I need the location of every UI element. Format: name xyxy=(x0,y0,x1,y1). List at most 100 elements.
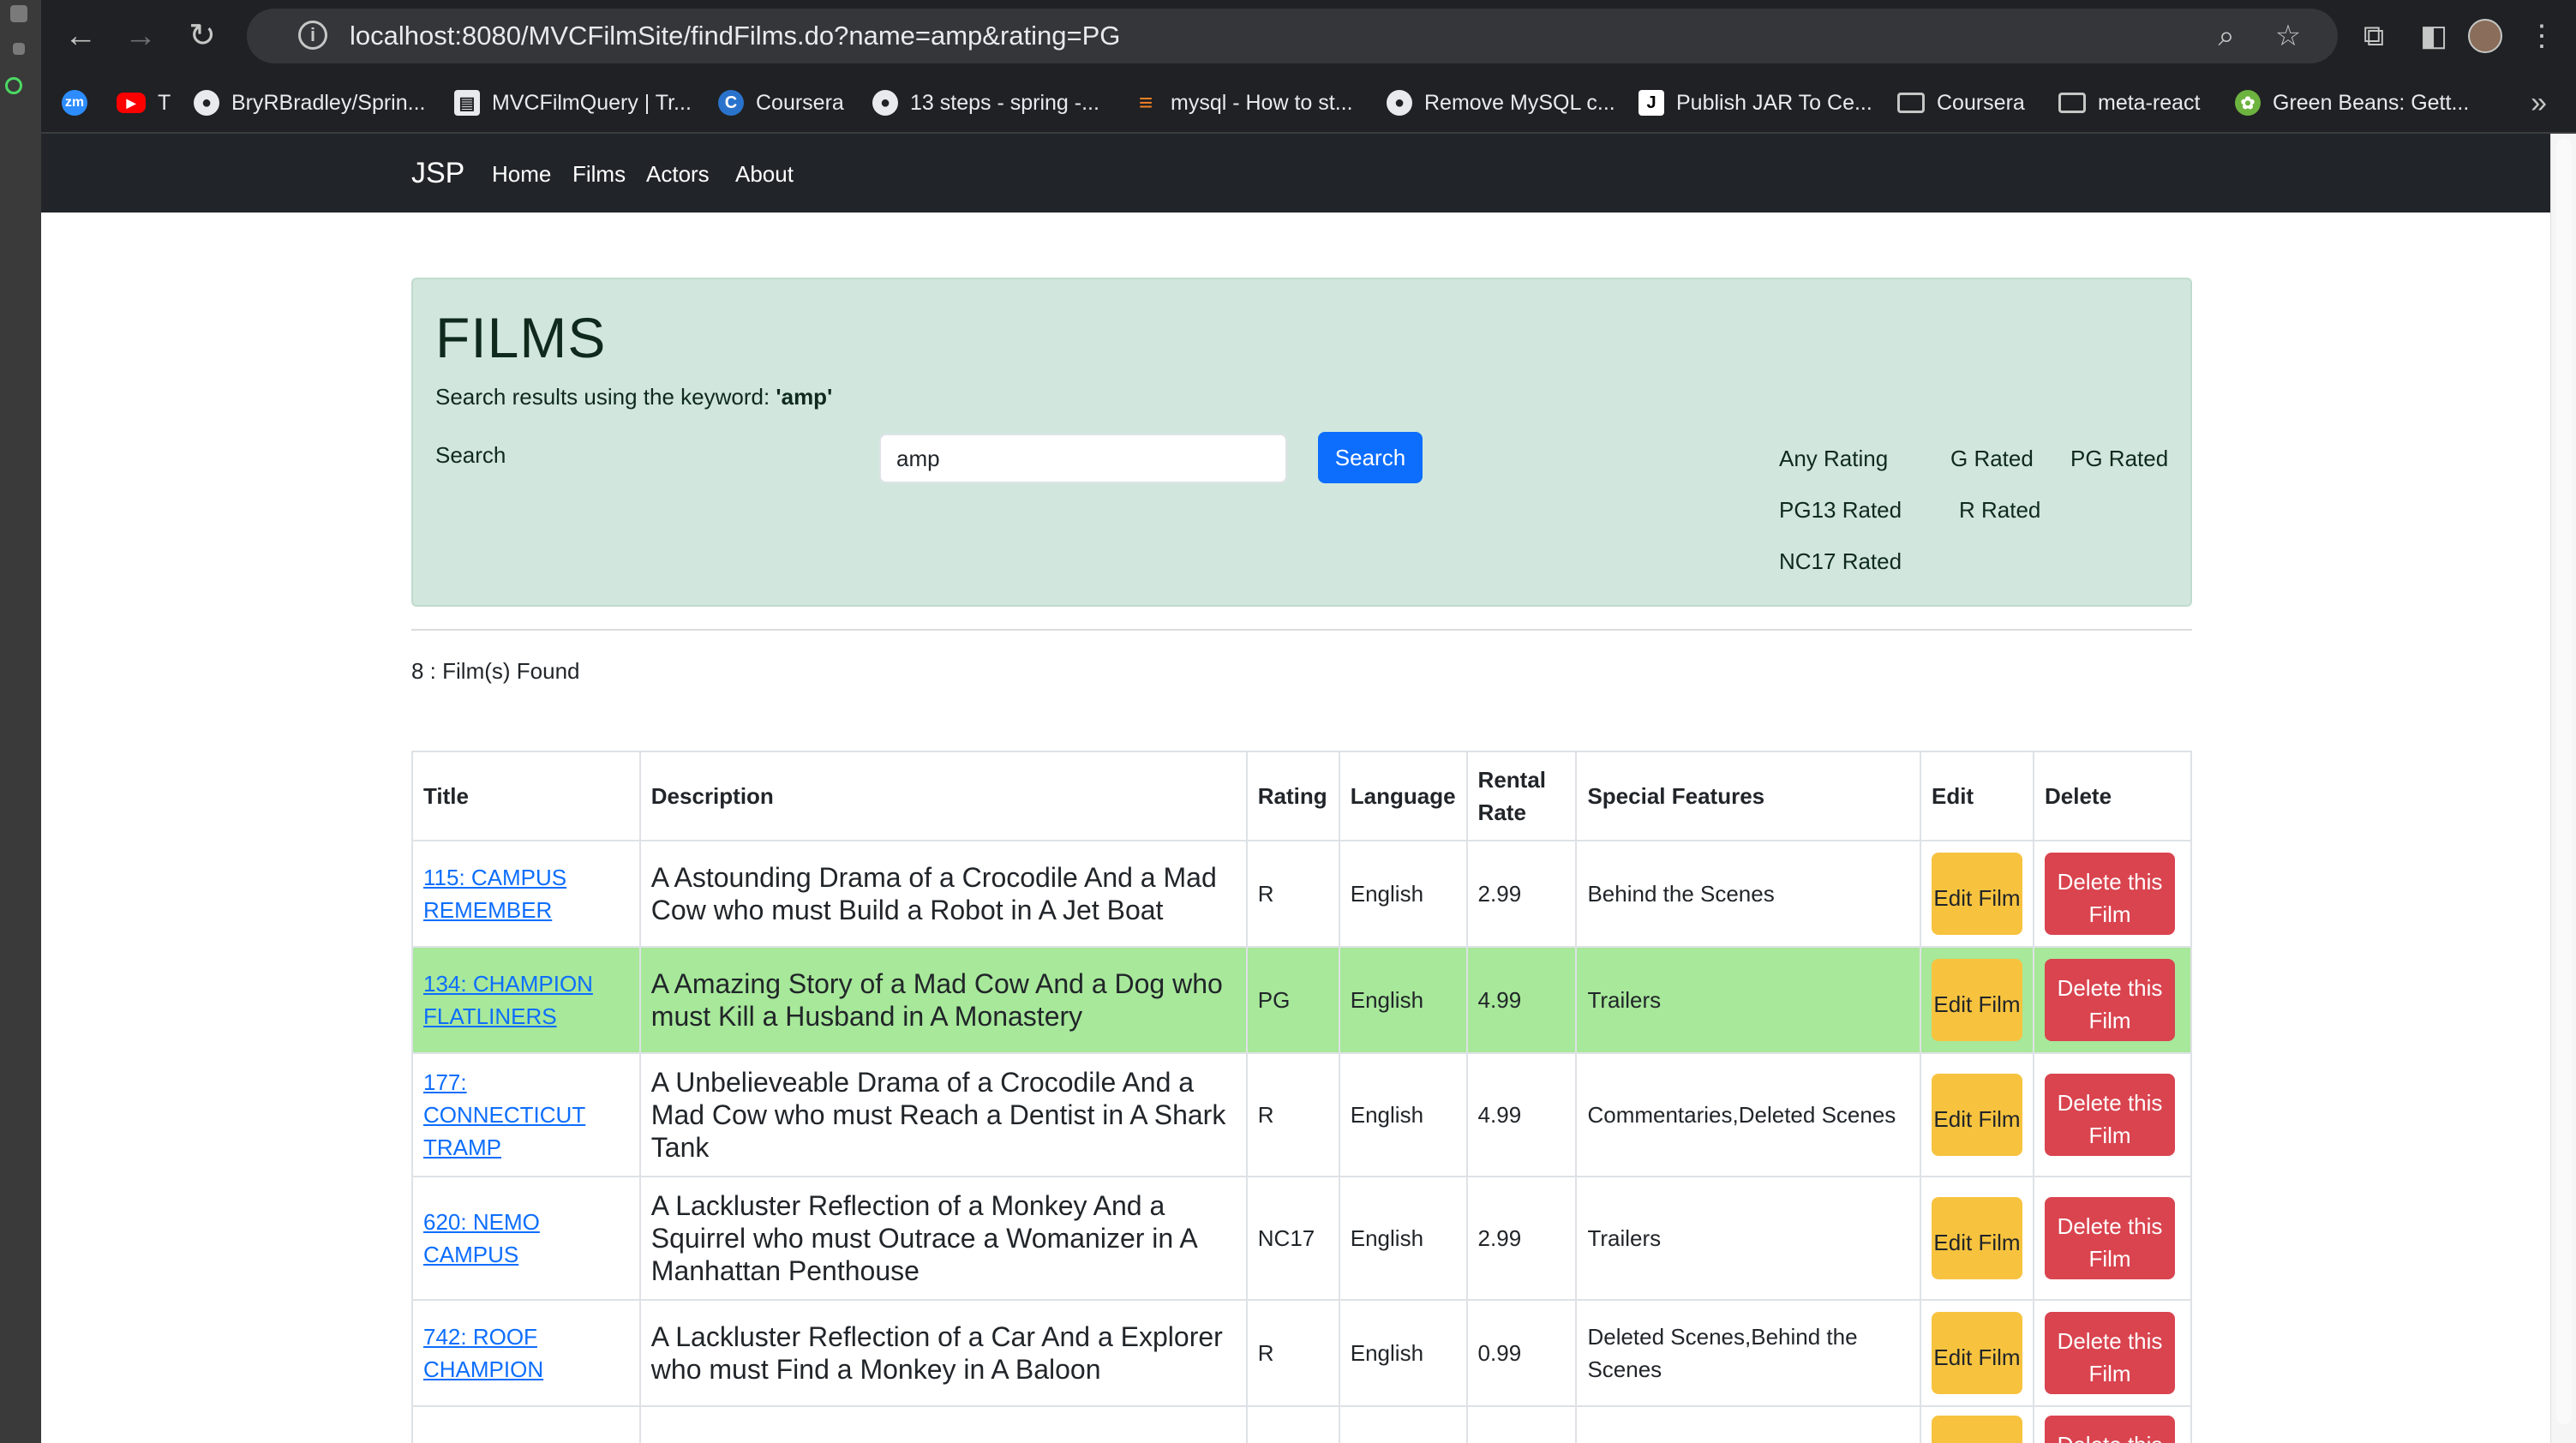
rating-option-nc17[interactable]: NC17 Rated xyxy=(1779,547,1902,576)
delete-film-button[interactable]: Delete this Film xyxy=(2044,1416,2175,1443)
delete-film-button[interactable]: Delete this Film xyxy=(2044,1074,2175,1156)
cell-rating xyxy=(1245,1405,1340,1443)
cell-edit: Edit Film xyxy=(1919,1176,2034,1301)
cell-language: English xyxy=(1338,1176,1468,1301)
cell-delete: Delete this Film xyxy=(2032,1405,2193,1443)
chevron-double-right-icon[interactable]: » xyxy=(2531,84,2547,122)
bookmark-item[interactable]: ▤ MVCFilmQuery | Tr... xyxy=(454,84,692,122)
nav-link-home[interactable]: Home xyxy=(492,159,551,189)
cell-special-features xyxy=(1575,1405,1921,1443)
cell-title: 177: CONNECTICUT TRAMP xyxy=(411,1052,641,1177)
edit-film-button[interactable]: Edit Film xyxy=(1931,853,2022,935)
film-title-link[interactable]: 134: CHAMPION FLATLINERS xyxy=(423,971,593,1029)
film-title-link[interactable]: 742: ROOF CHAMPION xyxy=(423,1324,543,1382)
forward-arrow-icon[interactable]: → xyxy=(122,17,159,55)
cell-delete: Delete this Film xyxy=(2032,840,2193,948)
rating-option-r[interactable]: R Rated xyxy=(1959,495,2040,524)
site-info-icon[interactable]: i xyxy=(298,21,327,50)
bookmark-item[interactable]: ✿ Green Beans: Gett... xyxy=(2235,84,2469,122)
bookmark-item[interactable]: ▶ T xyxy=(117,84,171,122)
cell-special-features: Deleted Scenes,Behind the Scenes xyxy=(1575,1299,1921,1407)
zoom-icon: zm xyxy=(62,90,87,116)
delete-film-button[interactable]: Delete this Film xyxy=(2044,853,2175,935)
bookmark-item[interactable]: ≡ mysql - How to st... xyxy=(1133,84,1353,122)
cell-edit: Edit Film xyxy=(1919,840,2034,948)
github-icon: ● xyxy=(1387,90,1412,116)
film-title-link[interactable]: 177: CONNECTICUT TRAMP xyxy=(423,1069,585,1160)
bookmark-star-icon[interactable]: ☆ xyxy=(2271,19,2305,53)
rating-option-g[interactable]: G Rated xyxy=(1950,444,2034,473)
rating-option-pg[interactable]: PG Rated xyxy=(2070,444,2168,473)
cell-rental-rate: 0.99 xyxy=(1465,1299,1578,1407)
page-scrollbar[interactable] xyxy=(2550,134,2576,1443)
cell-language xyxy=(1338,1405,1468,1443)
delete-film-button[interactable]: Delete this Film xyxy=(2044,959,2175,1041)
cell-description: A Unbelieveable Drama of a Crocodile And… xyxy=(638,1052,1248,1177)
cell-delete: Delete this Film xyxy=(2032,1299,2193,1407)
address-bar[interactable]: i localhost:8080/MVCFilmSite/findFilms.d… xyxy=(247,9,2338,63)
bookmark-folder[interactable]: meta-react xyxy=(2058,84,2200,122)
cell-rating: R xyxy=(1245,840,1340,948)
bookmark-item[interactable]: C Coursera xyxy=(718,84,844,122)
delete-film-button[interactable]: Delete this Film xyxy=(2044,1312,2175,1394)
cell-edit: Edit Film xyxy=(1919,1299,2034,1407)
cell-rating: R xyxy=(1245,1299,1340,1407)
search-button[interactable]: Search xyxy=(1318,432,1423,483)
scrollbar-thumb[interactable] xyxy=(2556,139,2572,1424)
rating-option-any[interactable]: Any Rating xyxy=(1779,444,1888,473)
rating-option-pg13[interactable]: PG13 Rated xyxy=(1779,495,1902,524)
cell-description: A Lackluster Reflection of a Car And a E… xyxy=(638,1299,1248,1407)
search-keyword: 'amp' xyxy=(776,384,833,410)
search-input[interactable] xyxy=(879,434,1287,483)
youtube-icon: ▶ xyxy=(117,93,146,113)
films-table: Title Description Rating Language Rental… xyxy=(411,751,2193,1443)
bookmark-item[interactable]: ● BryRBradley/Sprin... xyxy=(194,84,425,122)
bookmark-item[interactable]: ● 13 steps - spring -... xyxy=(872,84,1099,122)
nav-link-actors[interactable]: Actors xyxy=(646,159,710,189)
cell-language: English xyxy=(1338,1299,1468,1407)
cell-rental-rate: 4.99 xyxy=(1465,1052,1578,1177)
browser-toolbar: ← → ↻ i localhost:8080/MVCFilmSite/findF… xyxy=(41,0,2576,72)
column-header: Special Features xyxy=(1575,751,1921,841)
kebab-menu-icon[interactable]: ⋮ xyxy=(2523,17,2561,55)
cell-title xyxy=(411,1405,641,1443)
bookmark-item[interactable]: zm xyxy=(62,84,99,122)
bookmark-item[interactable]: J Publish JAR To Ce... xyxy=(1638,84,1872,122)
edit-film-button[interactable]: Edit Film xyxy=(1931,1074,2022,1156)
power-icon xyxy=(5,77,22,94)
coursera-icon: C xyxy=(718,90,744,116)
side-panel-icon[interactable]: ◧ xyxy=(2415,17,2453,55)
edit-film-button[interactable]: Edit Film xyxy=(1931,1416,2022,1443)
film-title-link[interactable]: 115: CAMPUS REMEMBER xyxy=(423,865,566,923)
edit-film-button[interactable]: Edit Film xyxy=(1931,1197,2022,1279)
cell-rental-rate: 4.99 xyxy=(1465,946,1578,1054)
cell-delete: Delete this Film xyxy=(2032,946,2193,1054)
delete-film-button[interactable]: Delete this Film xyxy=(2044,1197,2175,1279)
cell-delete: Delete this Film xyxy=(2032,1052,2193,1177)
cell-description: A Amazing Story of a Mad Cow And a Dog w… xyxy=(638,946,1248,1054)
bookmarks-bar: zm ▶ T ● BryRBradley/Sprin... ▤ MVCFilmQuer… xyxy=(41,72,2576,134)
film-title-link[interactable]: 620: NEMO CAMPUS xyxy=(423,1209,540,1267)
nav-link-films[interactable]: Films xyxy=(572,159,626,189)
extensions-icon[interactable]: ⧉ xyxy=(2355,17,2393,55)
cell-special-features: Trailers xyxy=(1575,946,1921,1054)
cell-rental-rate xyxy=(1465,1405,1578,1443)
column-header: Description xyxy=(638,751,1248,841)
table-row: 742: ROOF CHAMPION A Lackluster Reflectio… xyxy=(411,1299,2193,1407)
cell-edit: Edit Film xyxy=(1919,1052,2034,1177)
edit-film-button[interactable]: Edit Film xyxy=(1931,1312,2022,1394)
table-row: 177: CONNECTICUT TRAMP A Unbelieveable Dr… xyxy=(411,1052,2193,1177)
navbar-brand[interactable]: JSP xyxy=(411,154,464,192)
search-panel: FILMS Search results using the keyword: … xyxy=(411,278,2192,607)
back-arrow-icon[interactable]: ← xyxy=(62,17,99,55)
table-header-row: Title Description Rating Language Rental… xyxy=(411,751,2193,841)
profile-avatar[interactable] xyxy=(2468,19,2502,53)
url-text[interactable]: localhost:8080/MVCFilmSite/findFilms.do?… xyxy=(350,19,1120,53)
zoom-magnifier-icon[interactable]: ⌕ xyxy=(2209,19,2244,53)
bookmark-folder[interactable]: Coursera xyxy=(1897,84,2025,122)
nav-link-about[interactable]: About xyxy=(735,159,794,189)
cell-description: A Unbelieveable Tale of a Woman And a xyxy=(638,1405,1248,1443)
edit-film-button[interactable]: Edit Film xyxy=(1931,959,2022,1041)
reload-icon[interactable]: ↻ xyxy=(183,17,221,55)
bookmark-item[interactable]: ● Remove MySQL c... xyxy=(1387,84,1615,122)
